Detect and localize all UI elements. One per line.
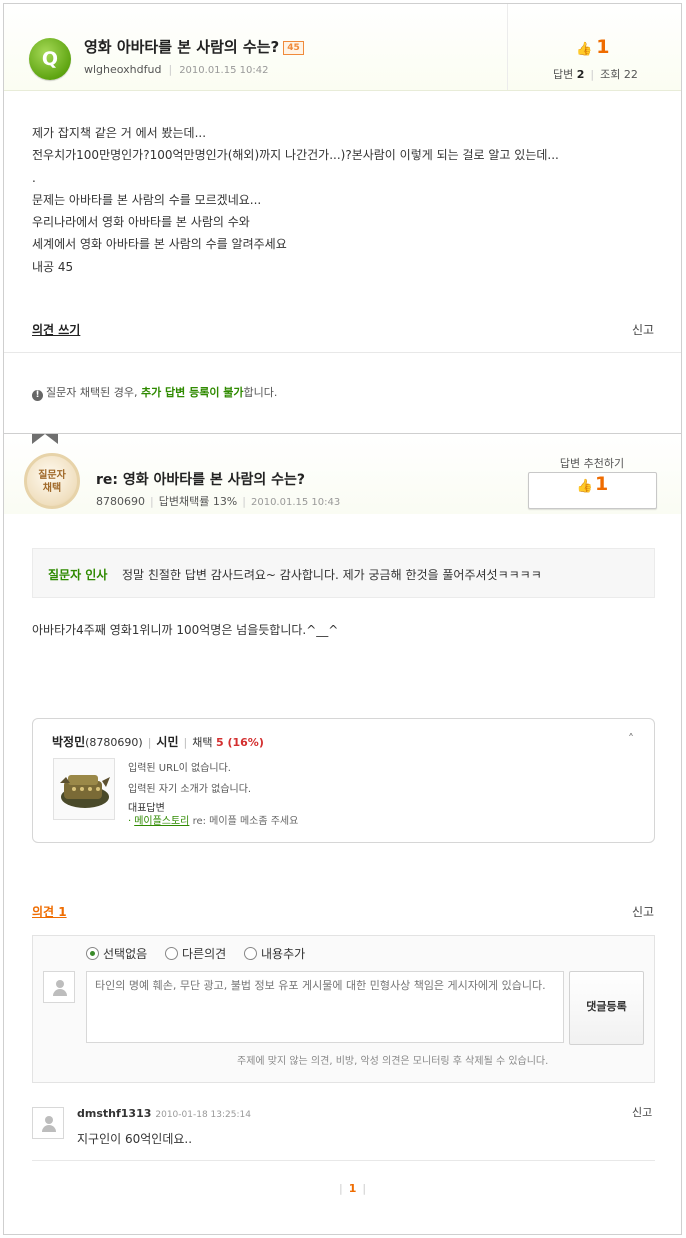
answer-body: 아바타가4주째 영화1위니까 100억명은 넘을듯합니다.^__^ <box>32 623 339 637</box>
write-opinion-link[interactable]: 의견 쓰기 <box>32 321 80 338</box>
answer-datetime: 2010.01.15 10:43 <box>250 497 341 508</box>
profile-id: (8780690) <box>85 736 143 749</box>
divider <box>4 352 681 353</box>
answer-author[interactable]: 8780690 <box>96 495 145 508</box>
asker-greeting: 질문자 인사 정말 친절한 답변 감사드려요~ 감사합니다. 제가 궁금해 한것… <box>32 548 655 598</box>
answer-meta: 8780690 | 답변채택률 13% | 2010.01.15 10:43 <box>96 495 341 508</box>
profile-intro: 입력된 자기 소개가 없습니다. <box>128 784 252 795</box>
adopt-rate: 답변채택률 13% <box>158 495 238 508</box>
rep-answer-category-link[interactable]: 메이플스토리 <box>134 816 189 827</box>
question-counts: 답변 2 | 조회 22 <box>553 68 638 81</box>
profile-adopt: 5 (16%) <box>215 736 264 749</box>
profile-image <box>53 758 115 820</box>
view-count: 22 <box>623 68 638 81</box>
report-answer-link[interactable]: 신고 <box>632 903 654 920</box>
recommend-button[interactable]: 👍 1 <box>528 472 657 509</box>
profile-rank: 시민 <box>156 735 179 749</box>
profile-name-row: 박정민(8780690) | 시민 | 채택 5 (16%) <box>52 735 264 749</box>
info-icon: ! <box>32 390 43 401</box>
user-avatar-icon <box>43 971 75 1003</box>
collapse-icon[interactable]: ˄ <box>628 732 634 746</box>
reward-tag: 45 <box>283 41 304 55</box>
question-like-count: 1 <box>596 36 610 58</box>
answer-count: 2 <box>576 68 585 81</box>
answerer-profile-card: 박정민(8780690) | 시민 | 채택 5 (16%) ˄ 입력된 URL이 없습… <box>32 718 655 843</box>
question-title: 영화 아바타를 본 사람의 수는? 45 <box>84 36 304 57</box>
adopt-notice: ! 질문자 채택된 경우, 추가 답변 등록이 불가합니다. <box>32 384 277 401</box>
thumbs-up-icon: 👍 <box>576 479 593 494</box>
medal-ribbon-icon <box>32 434 58 444</box>
profile-rep-answer: · 메이플스토리 re: 메이플 메소좀 주세요 <box>128 816 299 827</box>
question-line: . <box>32 170 36 185</box>
answer-title: re: 영화 아바타를 본 사람의 수는? <box>96 472 306 488</box>
opinion-count[interactable]: 의견 1 <box>32 903 67 920</box>
radio-checked-icon <box>86 947 99 960</box>
comment-user[interactable]: dmsthf1313 <box>77 1107 151 1120</box>
question-body: 제가 잡지책 같은 거 에서 봤는데... 전우치가100만명인가?100억만명… <box>32 122 662 278</box>
comment-text: 지구인이 60억인데요.. <box>77 1132 193 1146</box>
comment-datetime: 2010-01-18 13:25:14 <box>155 1110 251 1120</box>
report-comment-link[interactable]: 신고 <box>632 1104 652 1120</box>
greeting-text: 정말 친절한 답변 감사드려요~ 감사합니다. 제가 궁금해 한것을 풀어주셔섯… <box>122 568 542 582</box>
question-title-text: 영화 아바타를 본 사람의 수는? <box>84 38 280 56</box>
comment-input[interactable] <box>86 971 564 1043</box>
question-meta: wlgheoxhdfud | 2010.01.15 10:42 <box>84 63 269 76</box>
commenter-avatar-icon <box>32 1107 64 1139</box>
radio-add-content[interactable]: 내용추가 <box>244 945 305 962</box>
adopted-medal-icon: 질문자 채택 <box>24 453 80 509</box>
comment-notice: 주제에 맞지 않는 의견, 비방, 악성 의견은 모니터링 후 삭제될 수 있습… <box>237 1056 549 1067</box>
greeting-label: 질문자 인사 <box>48 568 108 582</box>
question-datetime: 2010.01.15 10:42 <box>179 65 269 76</box>
question-line: 문제는 아바타를 본 사람의 수를 모르겠네요... <box>32 192 262 207</box>
question-line: 세계에서 영화 아바타를 본 사람의 수를 알려주세요 <box>32 237 287 252</box>
question-line: 우리나라에서 영화 아바타를 본 사람의 수와 <box>32 215 250 230</box>
question-line: 내공 45 <box>32 259 74 274</box>
radio-other-opinion[interactable]: 다른의견 <box>165 945 226 962</box>
question-stats: 👍 1 답변 2 | 조회 22 <box>507 4 682 90</box>
radio-icon <box>244 947 257 960</box>
page-current[interactable]: 1 <box>349 1182 357 1195</box>
pagination: | 1 | <box>339 1182 367 1195</box>
question-badge: Q <box>29 38 71 80</box>
report-question-link[interactable]: 신고 <box>632 321 654 338</box>
rep-answer-title[interactable]: re: 메이플 메소좀 주세요 <box>193 816 299 827</box>
profile-name[interactable]: 박정민 <box>52 735 85 749</box>
question-line: 전우치가100만명인가?100억만명인가(해외)까지 나간건가...)?본사람이… <box>32 148 559 163</box>
recommend-count: 1 <box>594 473 609 495</box>
profile-url: 입력된 URL이 없습니다. <box>128 763 231 774</box>
divider <box>32 1160 655 1161</box>
recommend-label: 답변 추천하기 <box>559 457 625 470</box>
radio-no-selection[interactable]: 선택없음 <box>86 945 147 962</box>
question-author[interactable]: wlgheoxhdfud <box>84 63 161 76</box>
question-likes[interactable]: 👍 1 <box>576 36 609 58</box>
radio-icon <box>165 947 178 960</box>
question-line: 제가 잡지책 같은 거 에서 봤는데... <box>32 126 207 140</box>
comment-submit-button[interactable]: 댓글등록 <box>569 971 644 1045</box>
comment-item: dmsthf1313 2010-01-18 13:25:14 <box>77 1107 251 1120</box>
thumbs-up-icon: 👍 <box>576 42 593 57</box>
